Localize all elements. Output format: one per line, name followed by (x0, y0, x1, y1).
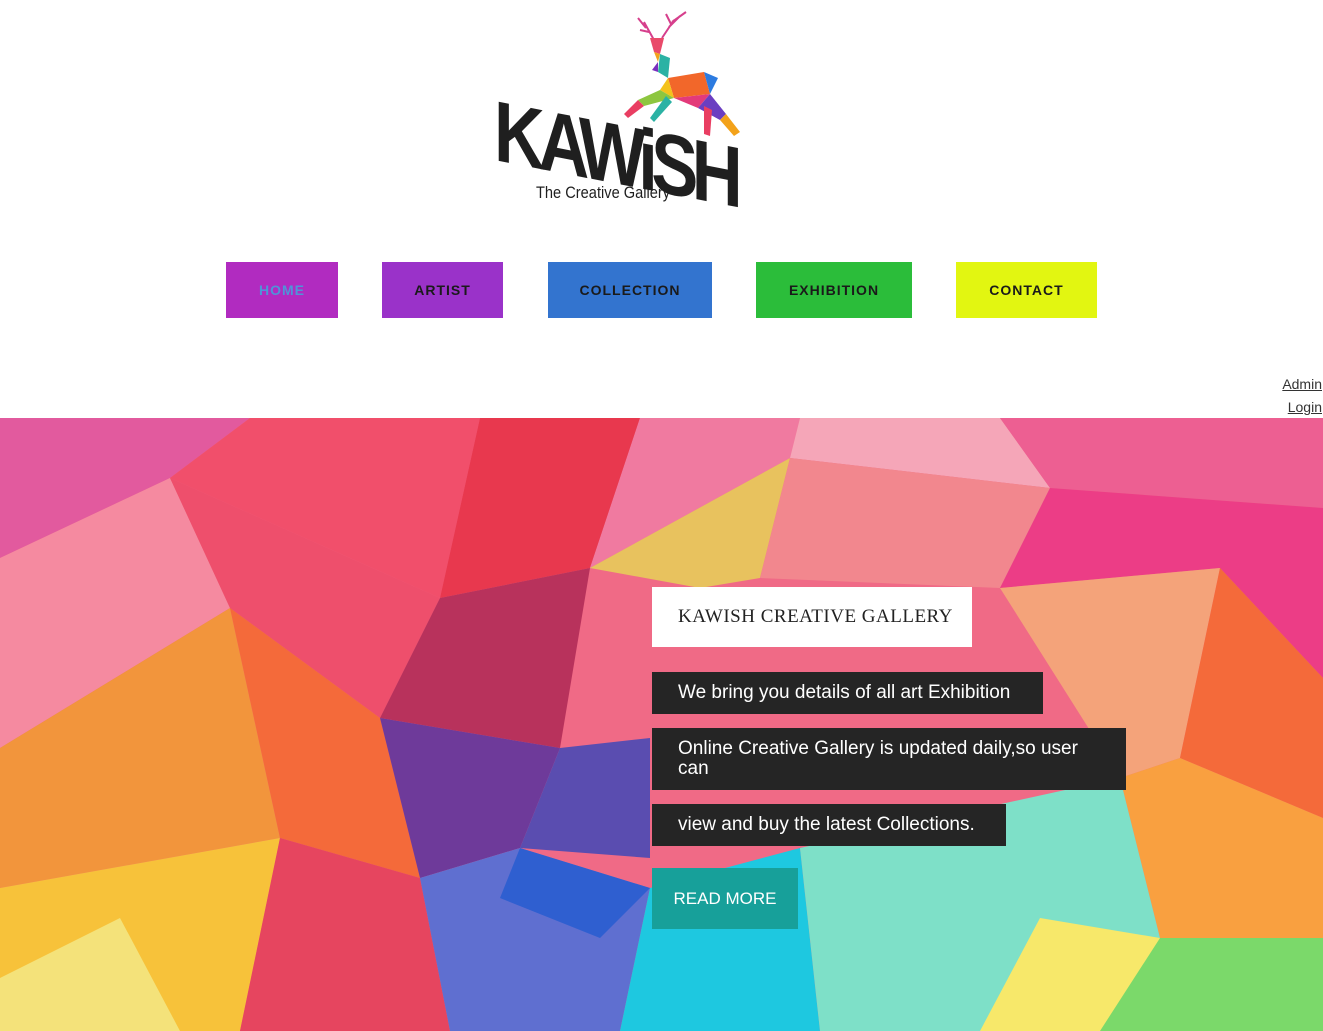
site-header: KAWiSH The Creative Gallery HOME ARTIST … (0, 0, 1323, 418)
hero-polygon-background (0, 418, 1323, 1031)
nav-collection-button[interactable]: COLLECTION (548, 262, 712, 318)
hero-banner: KAWISH CREATIVE GALLERY We bring you det… (0, 418, 1323, 1031)
logo-tagline: The Creative Gallery (536, 183, 671, 202)
admin-login-link[interactable]: Admin Login (1262, 373, 1322, 419)
hero-text-line-3: view and buy the latest Collections. (652, 804, 1006, 846)
admin-login-line-2: Login (1287, 399, 1322, 415)
nav-artist-button[interactable]: ARTIST (382, 262, 503, 318)
hero-title: KAWISH CREATIVE GALLERY (652, 587, 972, 647)
main-nav: HOME ARTIST COLLECTION EXHIBITION CONTAC… (0, 262, 1323, 318)
hero-text-line-2: Online Creative Gallery is updated daily… (652, 728, 1126, 790)
site-logo[interactable]: KAWiSH The Creative Gallery (494, 10, 744, 226)
nav-exhibition-button[interactable]: EXHIBITION (756, 262, 912, 318)
nav-home-button[interactable]: HOME (226, 262, 338, 318)
admin-login-line-1: Admin (1282, 376, 1322, 392)
read-more-button[interactable]: READ MORE (652, 868, 798, 929)
hero-text-line-1: We bring you details of all art Exhibiti… (652, 672, 1043, 714)
page: KAWiSH The Creative Gallery HOME ARTIST … (0, 0, 1323, 1031)
nav-contact-button[interactable]: CONTACT (956, 262, 1097, 318)
